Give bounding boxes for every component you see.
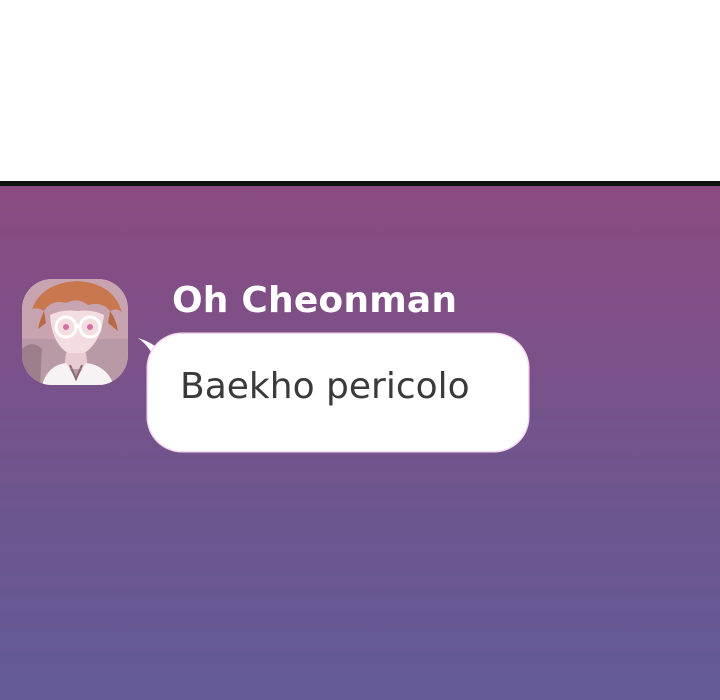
sender-name: Oh Cheonman <box>172 280 458 321</box>
blank-gutter <box>0 0 720 181</box>
avatar <box>22 279 128 385</box>
comic-panel-page: Oh Cheonman Baekho pericolo <box>0 0 720 700</box>
avatar-portrait-icon <box>22 279 128 385</box>
message-text: Baekho pericolo <box>180 366 470 407</box>
